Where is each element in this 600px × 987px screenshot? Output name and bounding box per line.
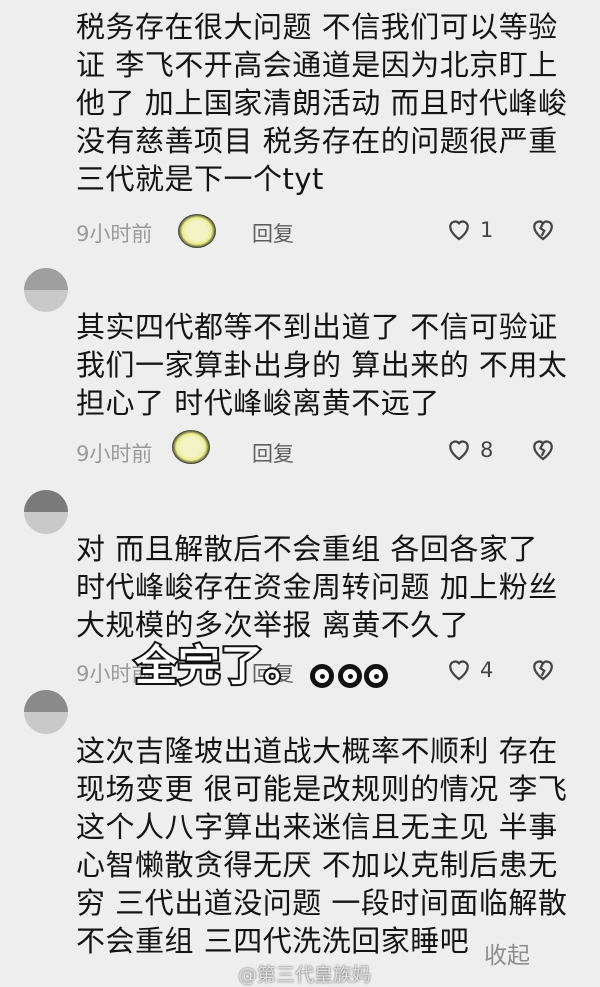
- avatar[interactable]: [24, 268, 68, 312]
- collapse-button[interactable]: 收起: [484, 936, 530, 970]
- comment-time: 9小时前: [76, 442, 153, 466]
- comment-time: 9小时前: [76, 222, 153, 246]
- watermark: @第三代皇族妈: [238, 964, 372, 986]
- comment-text: 对 而且解散后不会重组 各回各家了 时代峰峻存在资金周转问题 加上粉丝大规模的多…: [76, 532, 558, 642]
- reply-button[interactable]: 回复: [252, 438, 294, 468]
- comment-text: 这次吉隆坡出道战大概率不顺利 存在现场变更 很可能是改规则的情况 李飞这个人八字…: [76, 734, 568, 958]
- like-count: 4: [480, 658, 494, 682]
- broken-heart-icon[interactable]: [528, 214, 558, 244]
- comment-text: 税务存在很大问题 不信我们可以等验证 李飞不开高会通道是因为北京盯上他了 加上国…: [76, 10, 568, 196]
- ellipsis-dot-icon: [364, 664, 388, 688]
- broken-heart-icon[interactable]: [528, 434, 558, 464]
- comment-meta: 9小时前 回复 8: [76, 434, 576, 468]
- ellipsis-dot-icon: [310, 664, 334, 688]
- avatar[interactable]: [24, 690, 68, 734]
- avatar[interactable]: [24, 490, 68, 534]
- heart-icon[interactable]: [444, 654, 474, 684]
- like-count: 1: [480, 218, 494, 242]
- overlay-caption: 全完了。: [133, 639, 308, 692]
- ellipsis-dot-icon: [338, 664, 362, 688]
- comment-text: 其实四代都等不到出道了 不信可验证 我们一家算卦出身的 算出来的 不用太担心了 …: [76, 310, 568, 420]
- reply-button[interactable]: 回复: [252, 218, 294, 248]
- emoji-sticker-icon: [172, 430, 210, 464]
- emoji-sticker-icon: [178, 214, 216, 248]
- heart-icon[interactable]: [444, 214, 474, 244]
- comment-meta: 9小时前 回复 1: [76, 214, 576, 248]
- heart-icon[interactable]: [444, 434, 474, 464]
- broken-heart-icon[interactable]: [528, 654, 558, 684]
- like-count: 8: [480, 438, 494, 462]
